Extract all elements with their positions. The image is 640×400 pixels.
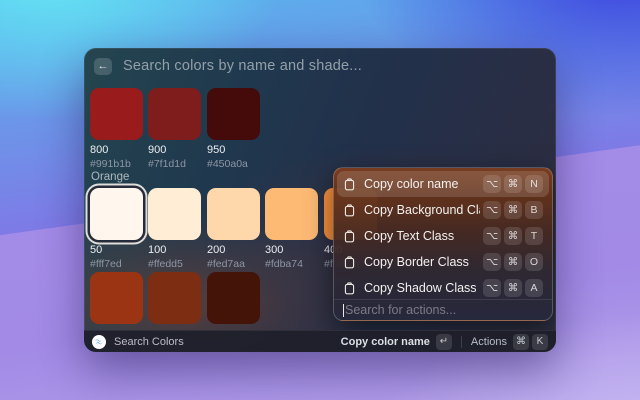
k-key: K xyxy=(532,334,548,350)
clipboard-icon xyxy=(343,282,356,295)
actions-search-input[interactable]: Search for actions... xyxy=(334,299,552,320)
back-button[interactable]: ← xyxy=(94,58,112,75)
menu-item-label: Copy Text Class xyxy=(364,229,480,243)
shade-label: 950 xyxy=(207,144,260,156)
search-colors-app-icon xyxy=(92,335,106,349)
swatch-orange-800[interactable] xyxy=(90,272,143,324)
color-cell-orange-900[interactable] xyxy=(148,272,201,324)
clipboard-icon xyxy=(343,256,356,269)
color-cell-red-950[interactable]: 950 #450a0a xyxy=(207,88,260,170)
return-key: ↵ xyxy=(436,334,452,350)
letter-key: A xyxy=(525,279,543,297)
letter-key: T xyxy=(525,227,543,245)
option-key: ⌥ xyxy=(483,279,501,297)
option-key: ⌥ xyxy=(483,253,501,271)
actions-menu-items: Copy color name ⌥ ⌘ N Copy Background Cl… xyxy=(334,168,552,301)
letter-key: N xyxy=(525,175,543,193)
menu-item-copy-border-class[interactable]: Copy Border Class ⌥ ⌘ O xyxy=(337,249,549,275)
section-header-orange: Orange xyxy=(91,171,129,183)
desktop-background: ← Search colors by name and shade... 800… xyxy=(0,0,640,400)
actions-menu: Copy color name ⌥ ⌘ N Copy Background Cl… xyxy=(333,167,553,321)
command-key: ⌘ xyxy=(504,227,522,245)
color-cell-orange-950[interactable] xyxy=(207,272,260,324)
command-key: ⌘ xyxy=(513,334,529,350)
clipboard-icon xyxy=(343,178,356,191)
color-cell-red-900[interactable]: 900 #7f1d1d xyxy=(148,88,201,170)
option-key: ⌥ xyxy=(483,201,501,219)
color-cell-orange-300[interactable]: 300 #fdba74 xyxy=(265,188,318,270)
option-key: ⌥ xyxy=(483,227,501,245)
swatch-orange-950[interactable] xyxy=(207,272,260,324)
color-cell-orange-800[interactable] xyxy=(90,272,143,324)
clipboard-icon xyxy=(343,230,356,243)
swatch-red-800[interactable] xyxy=(90,88,143,140)
hex-label: #fff7ed xyxy=(90,258,143,270)
menu-item-copy-text-class[interactable]: Copy Text Class ⌥ ⌘ T xyxy=(337,223,549,249)
swatch-orange-300[interactable] xyxy=(265,188,318,240)
menu-item-label: Copy Border Class xyxy=(364,255,480,269)
clipboard-icon xyxy=(343,204,356,217)
menu-item-label: Copy color name xyxy=(364,177,480,191)
hex-label: #991b1b xyxy=(90,158,143,170)
hex-label: #fed7aa xyxy=(207,258,260,270)
footer-actions-button[interactable]: Actions xyxy=(471,336,507,348)
swatch-orange-200[interactable] xyxy=(207,188,260,240)
menu-item-copy-shadow-class[interactable]: Copy Shadow Class ⌥ ⌘ A xyxy=(337,275,549,301)
command-key: ⌘ xyxy=(504,279,522,297)
swatch-red-950[interactable] xyxy=(207,88,260,140)
text-caret xyxy=(343,304,344,317)
footer-app-name: Search Colors xyxy=(114,336,184,348)
color-cell-orange-100[interactable]: 100 #ffedd5 xyxy=(148,188,201,270)
shade-label: 900 xyxy=(148,144,201,156)
color-cell-orange-200[interactable]: 200 #fed7aa xyxy=(207,188,260,270)
swatch-orange-900[interactable] xyxy=(148,272,201,324)
letter-key: O xyxy=(525,253,543,271)
swatch-orange-100[interactable] xyxy=(148,188,201,240)
raycast-window: ← Search colors by name and shade... 800… xyxy=(84,48,556,352)
command-key: ⌘ xyxy=(504,175,522,193)
menu-item-label: Copy Background Class xyxy=(364,203,480,217)
shade-label: 100 xyxy=(148,244,201,256)
swatch-red-900[interactable] xyxy=(148,88,201,140)
search-input[interactable]: Search colors by name and shade... xyxy=(123,58,362,74)
search-header: ← Search colors by name and shade... xyxy=(84,48,556,84)
shade-label: 300 xyxy=(265,244,318,256)
footer-primary-action[interactable]: Copy color name xyxy=(341,336,430,348)
menu-item-copy-color-name[interactable]: Copy color name ⌥ ⌘ N xyxy=(337,171,549,197)
hex-label: #450a0a xyxy=(207,158,260,170)
footer-divider xyxy=(461,336,462,348)
footer-bar: Search Colors Copy color name ↵ Actions … xyxy=(84,330,556,352)
actions-search-placeholder: Search for actions... xyxy=(345,303,456,317)
menu-item-label: Copy Shadow Class xyxy=(364,281,480,295)
swatch-orange-50-selected[interactable] xyxy=(90,188,143,240)
color-cell-orange-50[interactable]: 50 #fff7ed xyxy=(90,188,143,270)
shade-label: 800 xyxy=(90,144,143,156)
back-arrow-icon: ← xyxy=(98,61,109,72)
hex-label: #ffedd5 xyxy=(148,258,201,270)
hex-label: #7f1d1d xyxy=(148,158,201,170)
shade-label: 200 xyxy=(207,244,260,256)
shade-label: 50 xyxy=(90,244,143,256)
command-key: ⌘ xyxy=(504,201,522,219)
hex-label: #fdba74 xyxy=(265,258,318,270)
menu-item-copy-background-class[interactable]: Copy Background Class ⌥ ⌘ B xyxy=(337,197,549,223)
letter-key: B xyxy=(525,201,543,219)
option-key: ⌥ xyxy=(483,175,501,193)
command-key: ⌘ xyxy=(504,253,522,271)
color-cell-red-800[interactable]: 800 #991b1b xyxy=(90,88,143,170)
